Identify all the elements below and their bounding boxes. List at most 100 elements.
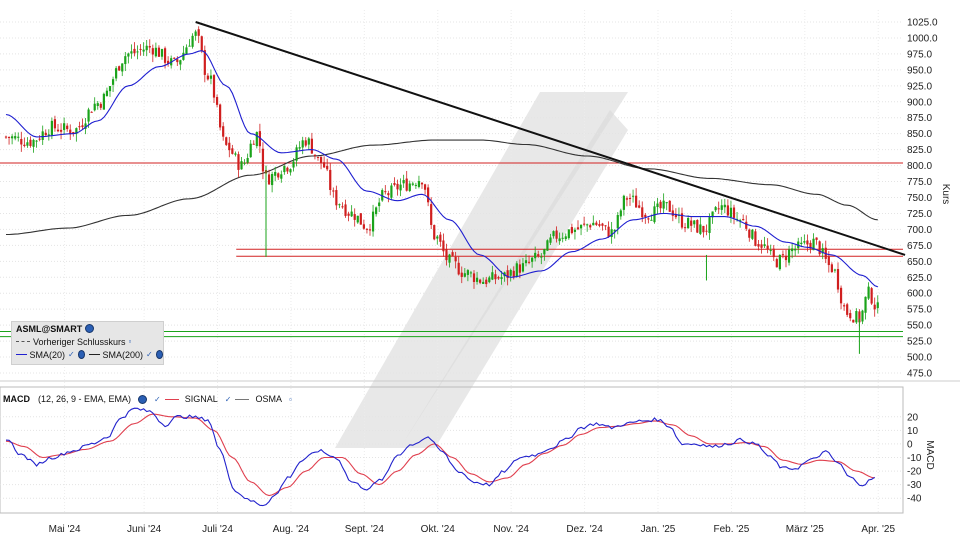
price-tick-label: 950.0 xyxy=(907,65,932,76)
candle-body xyxy=(427,187,430,203)
price-tick-label: 975.0 xyxy=(907,49,932,60)
macd-tick-label: 20 xyxy=(907,412,919,423)
candle-body xyxy=(806,240,809,245)
candle-body xyxy=(66,125,69,130)
candle-body xyxy=(310,138,313,154)
candle-body xyxy=(96,103,99,106)
price-tick-label: 925.0 xyxy=(907,81,932,92)
candle-body xyxy=(579,224,583,229)
price-tick-label: 475.0 xyxy=(907,369,932,380)
sma200-path xyxy=(6,139,878,236)
candle-body xyxy=(745,221,748,229)
candle-body xyxy=(420,182,424,185)
candle-body xyxy=(59,129,63,132)
settings-globe-icon[interactable] xyxy=(85,324,95,333)
price-tick-label: 550.0 xyxy=(907,321,932,332)
candle-body xyxy=(445,249,448,261)
candle-body xyxy=(436,236,439,239)
candle-body xyxy=(631,195,635,197)
x-tick-label: Dez. '24 xyxy=(566,524,603,535)
candle-body xyxy=(402,180,405,184)
candle-body xyxy=(157,47,161,57)
checkmark-icon[interactable]: ✓ xyxy=(68,350,75,359)
candle-body xyxy=(472,273,476,282)
candle-body xyxy=(460,272,463,277)
settings-globe-icon[interactable] xyxy=(77,350,85,359)
candle-body xyxy=(378,202,381,207)
candle-body xyxy=(870,288,873,304)
candle-body xyxy=(696,220,699,233)
dashed-line-swatch-icon xyxy=(16,341,30,342)
legend-item-sma[interactable]: SMA(20) ✓ SMA(200) ✓ xyxy=(12,348,163,361)
osma-swatch-icon xyxy=(235,398,250,400)
candle-body xyxy=(846,304,849,315)
candle-body xyxy=(781,254,785,256)
candle-body xyxy=(423,184,427,190)
candle-body xyxy=(215,97,219,105)
candle-body xyxy=(604,225,607,227)
candle-body xyxy=(38,138,41,140)
price-legend[interactable]: ASML@SMART Vorheriger Schlusskurs ▫ SMA(… xyxy=(11,321,164,365)
checkmark-icon[interactable]: ✓ xyxy=(154,395,161,404)
candle-body xyxy=(225,137,228,145)
candle-body xyxy=(656,203,659,208)
settings-globe-icon[interactable] xyxy=(155,350,163,359)
macd-legend[interactable]: MACD (12, 26, 9 - EMA, EMA) ✓ SIGNAL ✓ O… xyxy=(3,393,292,405)
candle-body xyxy=(671,210,674,216)
candle-body xyxy=(531,257,534,262)
settings-globe-icon[interactable] xyxy=(138,394,148,404)
candle-body xyxy=(99,103,102,108)
candle-body xyxy=(417,181,421,187)
candle-body xyxy=(772,248,775,258)
candle-body xyxy=(362,224,365,229)
candle-body xyxy=(243,162,246,164)
candle-body xyxy=(638,205,641,208)
candle-body xyxy=(527,261,531,263)
candle-body xyxy=(271,173,274,186)
candle-body xyxy=(185,47,188,55)
candle-body xyxy=(173,57,176,59)
candle-body xyxy=(301,140,304,148)
candle-body xyxy=(827,256,830,266)
candle-body xyxy=(93,103,96,111)
checkbox-icon[interactable]: ▫ xyxy=(289,395,292,404)
candle-body xyxy=(803,241,806,243)
price-tick-label: 775.0 xyxy=(907,177,932,188)
macd-tick-label: 0 xyxy=(907,439,913,450)
price-tick-label: 850.0 xyxy=(907,129,932,140)
candle-body xyxy=(130,51,133,54)
candle-body xyxy=(784,255,788,261)
candle-body xyxy=(329,169,332,190)
candle-body xyxy=(757,244,760,247)
candle-body xyxy=(176,59,179,63)
candle-body xyxy=(659,201,662,209)
candle-body xyxy=(748,229,751,238)
candle-body xyxy=(628,197,632,199)
candle-body xyxy=(133,48,136,54)
candle-body xyxy=(246,157,249,163)
candle-body xyxy=(191,35,194,47)
sma200-swatch-icon xyxy=(89,354,100,355)
candle-body xyxy=(7,136,11,138)
price-tick-label: 575.0 xyxy=(907,305,932,316)
legend-item-label: Vorheriger Schlusskurs xyxy=(33,336,126,347)
candle-body xyxy=(457,262,460,275)
price-tick-label: 875.0 xyxy=(907,113,932,124)
candle-body xyxy=(323,162,326,168)
legend-title-row[interactable]: ASML@SMART xyxy=(12,322,163,335)
candle-body xyxy=(491,272,494,280)
candle-body xyxy=(142,49,145,52)
candle-body xyxy=(635,195,638,208)
checkbox-icon[interactable]: ▫ xyxy=(129,337,132,346)
x-tick-label: Feb. '25 xyxy=(713,524,749,535)
candle-body xyxy=(687,218,690,229)
checkmark-icon[interactable]: ✓ xyxy=(225,395,232,404)
legend-item-previous-close[interactable]: Vorheriger Schlusskurs ▫ xyxy=(12,335,163,348)
candle-body xyxy=(200,36,203,52)
candle-body xyxy=(482,281,485,284)
candle-body xyxy=(598,224,601,226)
checkmark-icon[interactable]: ✓ xyxy=(146,350,153,359)
candle-body xyxy=(555,230,558,239)
candle-body xyxy=(567,229,570,239)
candle-body xyxy=(411,183,414,185)
